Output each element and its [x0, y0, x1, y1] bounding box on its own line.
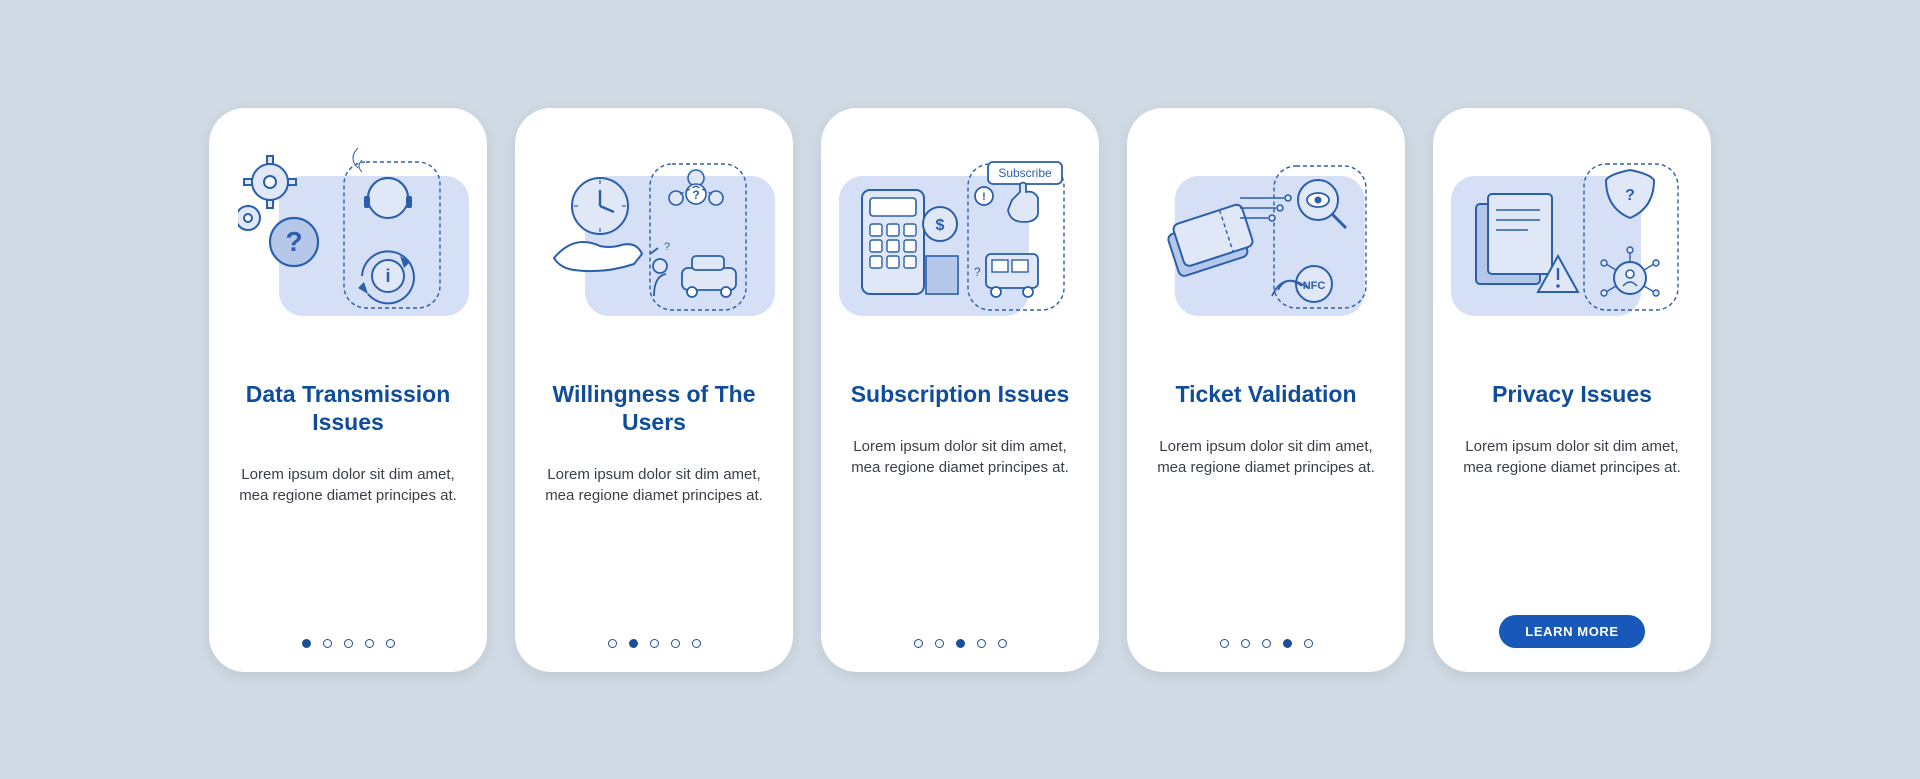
onboarding-card-subscription: $ Subscribe ! ? Su — [821, 108, 1099, 672]
users-question-icon: ? — [669, 170, 723, 205]
dot[interactable] — [914, 639, 923, 648]
pagination-dots — [1220, 639, 1313, 648]
svg-text:Subscribe: Subscribe — [998, 166, 1052, 180]
tickets-icon — [1164, 203, 1256, 277]
svg-text:?: ? — [692, 188, 699, 202]
onboarding-card-data-transmission: ? i Data Transmission Issues Lorem ipsum — [209, 108, 487, 672]
card-title: Privacy Issues — [1486, 380, 1658, 408]
dot[interactable] — [629, 639, 638, 648]
pagination-dots — [914, 639, 1007, 648]
dot[interactable] — [1283, 639, 1292, 648]
dot[interactable] — [1241, 639, 1250, 648]
illustration-ticket-validation: NFC — [1145, 136, 1387, 336]
onboarding-card-privacy: ? Privacy Issues Lorem ipsum dolor sit d… — [1433, 108, 1711, 672]
dot[interactable] — [1262, 639, 1271, 648]
svg-text:i: i — [385, 266, 390, 286]
dot[interactable] — [671, 639, 680, 648]
dot[interactable] — [977, 639, 986, 648]
dot[interactable] — [935, 639, 944, 648]
dot[interactable] — [1220, 639, 1229, 648]
learn-more-button[interactable]: LEARN MORE — [1499, 615, 1644, 648]
coin-icon: $ — [923, 207, 957, 241]
dot[interactable] — [344, 639, 353, 648]
pagination-dots — [608, 639, 701, 648]
dot[interactable] — [956, 639, 965, 648]
eye-magnifier-icon — [1298, 180, 1346, 228]
dot[interactable] — [323, 639, 332, 648]
svg-text:?: ? — [974, 265, 981, 279]
card-title: Willingness of The Users — [533, 380, 775, 436]
bus-icon: ? — [974, 254, 1038, 297]
dot[interactable] — [386, 639, 395, 648]
svg-text:?: ? — [1625, 187, 1635, 204]
svg-text:?: ? — [664, 241, 670, 253]
documents-icon — [1476, 194, 1552, 284]
hand-clock-icon — [554, 178, 642, 271]
dot[interactable] — [692, 639, 701, 648]
illustration-willingness: ? ? — [533, 136, 775, 336]
dot[interactable] — [608, 639, 617, 648]
svg-text:$: $ — [936, 217, 945, 234]
nfc-icon: NFC — [1272, 266, 1332, 302]
svg-text:!: ! — [982, 191, 986, 203]
dot[interactable] — [650, 639, 659, 648]
headset-icon — [353, 148, 412, 218]
card-title: Ticket Validation — [1169, 380, 1362, 408]
svg-text:?: ? — [285, 226, 302, 257]
gear-icon — [244, 156, 296, 208]
bar-icon — [926, 256, 958, 294]
card-body: Lorem ipsum dolor sit dim amet, mea regi… — [839, 436, 1081, 478]
card-title: Data Transmission Issues — [227, 380, 469, 436]
gear-small-icon — [238, 206, 260, 230]
dot[interactable] — [1304, 639, 1313, 648]
dot[interactable] — [365, 639, 374, 648]
card-body: Lorem ipsum dolor sit dim amet, mea regi… — [533, 464, 775, 506]
card-body: Lorem ipsum dolor sit dim amet, mea regi… — [1145, 436, 1387, 478]
card-body: Lorem ipsum dolor sit dim amet, mea regi… — [227, 464, 469, 506]
circuit-icon — [1240, 195, 1291, 221]
shield-question-icon: ? — [1606, 170, 1654, 218]
illustration-subscription: $ Subscribe ! ? — [839, 136, 1081, 336]
dot[interactable] — [998, 639, 1007, 648]
subscribe-button-icon: Subscribe ! — [975, 162, 1062, 222]
card-body: Lorem ipsum dolor sit dim amet, mea regi… — [1451, 436, 1693, 478]
calculator-icon — [862, 190, 924, 294]
person-car-icon: ? — [650, 241, 736, 297]
question-icon: ? — [270, 218, 318, 266]
dot[interactable] — [302, 639, 311, 648]
onboarding-card-ticket-validation: NFC Ticket Validation Lorem ipsum dolor … — [1127, 108, 1405, 672]
illustration-data-transmission: ? i — [227, 136, 469, 336]
pagination-dots — [302, 639, 395, 648]
onboarding-card-willingness: ? ? Willingness of The Users Lorem ipsum… — [515, 108, 793, 672]
user-network-icon — [1601, 247, 1659, 296]
card-title: Subscription Issues — [845, 380, 1076, 408]
info-refresh-icon: i — [358, 251, 414, 303]
illustration-privacy: ? — [1451, 136, 1693, 336]
